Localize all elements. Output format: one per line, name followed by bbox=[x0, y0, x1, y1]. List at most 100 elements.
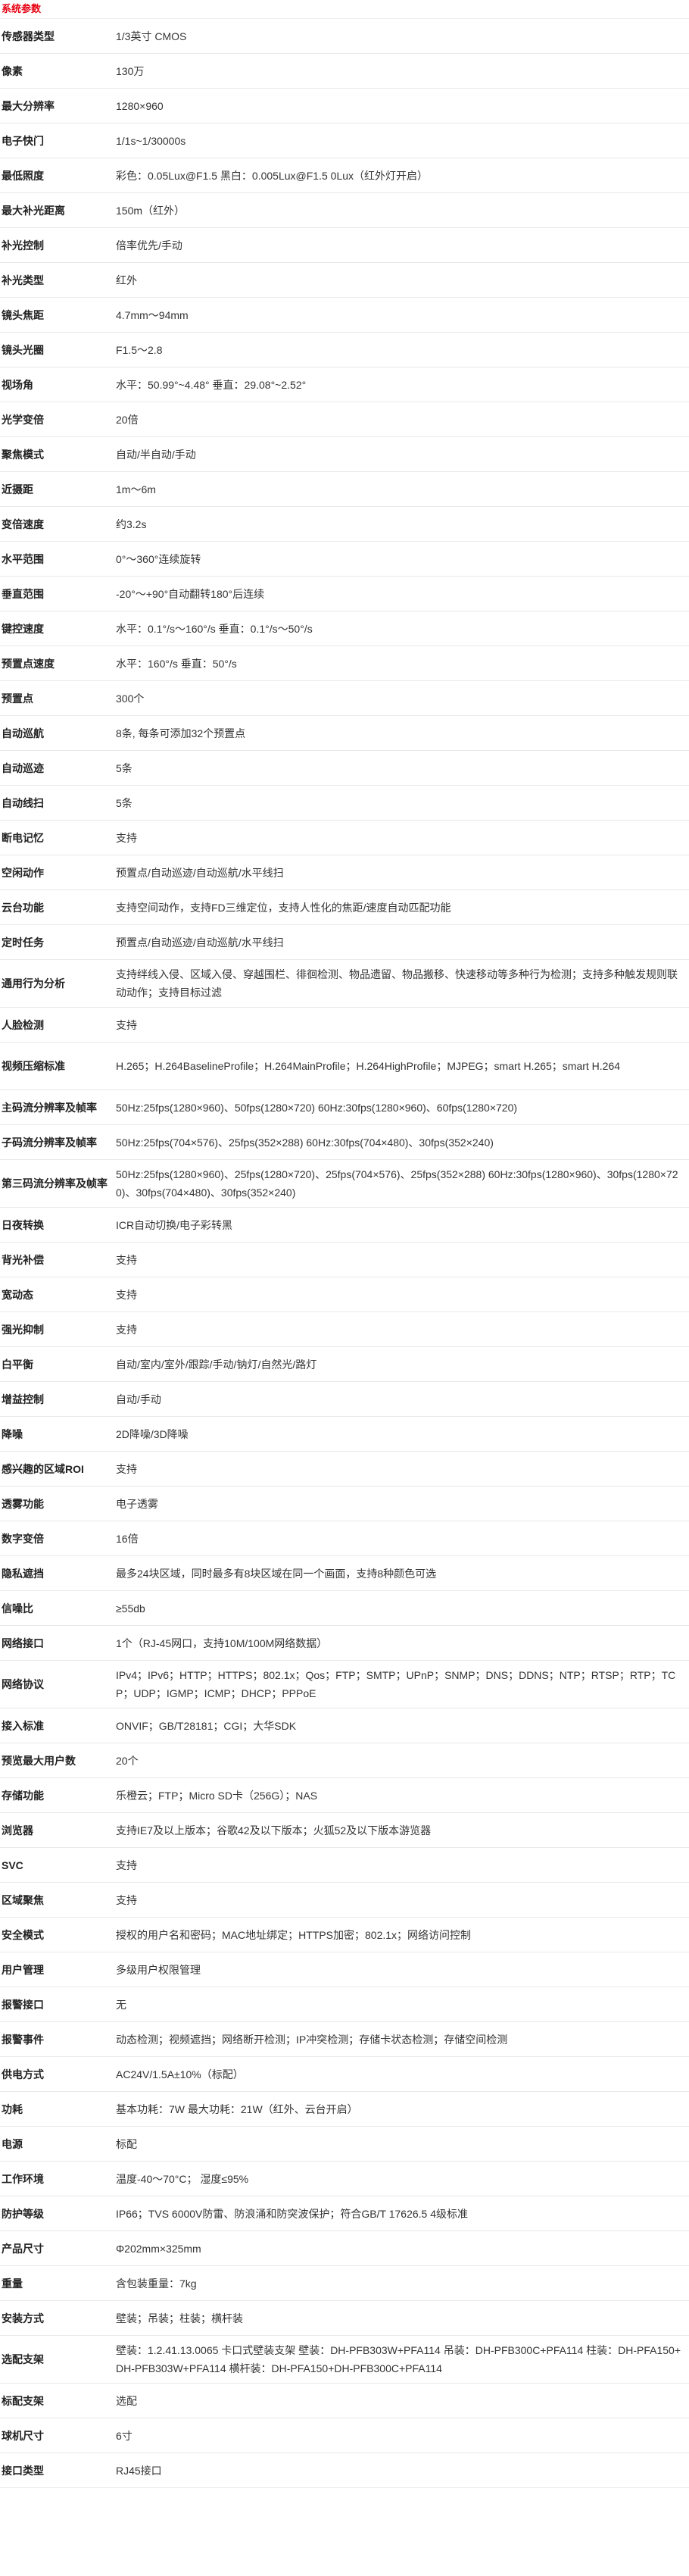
spec-label: 降噪 bbox=[0, 1416, 116, 1452]
spec-label: 重量 bbox=[0, 2265, 116, 2301]
spec-label: 信噪比 bbox=[0, 1590, 116, 1626]
spec-value: 300个 bbox=[116, 680, 689, 716]
spec-row: 垂直范围 -20°～+90°自动翻转180°后连续 bbox=[0, 576, 689, 611]
spec-label: 断电记忆 bbox=[0, 820, 116, 855]
spec-row: 接口类型 RJ45接口 bbox=[0, 2453, 689, 2488]
spec-value: 乐橙云；FTP；Micro SD卡（256G）；NAS bbox=[116, 1777, 689, 1813]
spec-label: 变倍速度 bbox=[0, 506, 116, 542]
spec-table: 传感器类型 1/3英寸 CMOS 像素 130万 最大分辨率 1280×960 电子快门 1/… bbox=[0, 19, 689, 2488]
spec-label: 安全模式 bbox=[0, 1917, 116, 1952]
spec-row: 重量 含包装重量：7kg bbox=[0, 2265, 689, 2301]
spec-row: 视场角 水平：50.99°~4.48° 垂直：29.08°~2.52° bbox=[0, 367, 689, 402]
spec-label: SVC bbox=[0, 1847, 116, 1883]
spec-value: 8条, 每条可添加32个预置点 bbox=[116, 715, 689, 751]
spec-row: 电源 标配 bbox=[0, 2126, 689, 2162]
spec-row: 信噪比 ≥55db bbox=[0, 1590, 689, 1626]
spec-value: 壁装：1.2.41.13.0065 卡口式壁装支架 壁装：DH-PFB303W+… bbox=[116, 2335, 689, 2384]
spec-row: 存储功能 乐橙云；FTP；Micro SD卡（256G）；NAS bbox=[0, 1777, 689, 1813]
spec-value: 含包装重量：7kg bbox=[116, 2265, 689, 2301]
spec-label: 电源 bbox=[0, 2126, 116, 2162]
spec-page: 系统参数 传感器类型 1/3英寸 CMOS 像素 130万 最大分辨率 1280×960 电… bbox=[0, 0, 689, 2488]
spec-row: 镜头焦距 4.7mm～94mm bbox=[0, 297, 689, 333]
spec-value: ≥55db bbox=[116, 1590, 689, 1626]
spec-row: 变倍速度 约3.2s bbox=[0, 506, 689, 542]
spec-row: 安全模式 授权的用户名和密码；MAC地址绑定；HTTPS加密；802.1x；网络访… bbox=[0, 1917, 689, 1952]
spec-label: 供电方式 bbox=[0, 2056, 116, 2092]
spec-label: 选配支架 bbox=[0, 2335, 116, 2384]
spec-label: 像素 bbox=[0, 53, 116, 89]
spec-label: 防护等级 bbox=[0, 2196, 116, 2231]
spec-value: 基本功耗：7W 最大功耗：21W（红外、云台开启） bbox=[116, 2091, 689, 2127]
spec-value: ONVIF；GB/T28181；CGI；大华SDK bbox=[116, 1708, 689, 1743]
spec-label: 背光补偿 bbox=[0, 1242, 116, 1277]
spec-value: 1/3英寸 CMOS bbox=[116, 19, 689, 54]
spec-row: SVC 支持 bbox=[0, 1847, 689, 1883]
spec-row: 预置点速度 水平：160°/s 垂直：50°/s bbox=[0, 646, 689, 681]
spec-value: 0°～360°连续旋转 bbox=[116, 541, 689, 577]
spec-value: 无 bbox=[116, 1987, 689, 2022]
spec-value: 水平：0.1°/s～160°/s 垂直：0.1°/s～50°/s bbox=[116, 611, 689, 646]
spec-value: 红外 bbox=[116, 262, 689, 298]
spec-label: 最低照度 bbox=[0, 158, 116, 193]
spec-label: 浏览器 bbox=[0, 1812, 116, 1848]
spec-row: 背光补偿 支持 bbox=[0, 1242, 689, 1277]
spec-row: 防护等级 IP66；TVS 6000V防雷、防浪涌和防突波保护；符合GB/T 17… bbox=[0, 2196, 689, 2231]
spec-value: AC24V/1.5A±10%（标配） bbox=[116, 2056, 689, 2092]
spec-row: 子码流分辨率及帧率 50Hz:25fps(704×576)、25fps(352×2… bbox=[0, 1124, 689, 1160]
spec-row: 强光抑制 支持 bbox=[0, 1311, 689, 1347]
spec-value: 水平：160°/s 垂直：50°/s bbox=[116, 646, 689, 681]
spec-label: 数字变倍 bbox=[0, 1521, 116, 1556]
spec-value: 支持 bbox=[116, 1451, 689, 1487]
spec-label: 最大分辨率 bbox=[0, 88, 116, 123]
spec-label: 隐私遮挡 bbox=[0, 1555, 116, 1591]
spec-label: 电子快门 bbox=[0, 123, 116, 158]
spec-label: 补光类型 bbox=[0, 262, 116, 298]
spec-row: 自动巡航 8条, 每条可添加32个预置点 bbox=[0, 715, 689, 751]
spec-row: 数字变倍 16倍 bbox=[0, 1521, 689, 1556]
spec-value: 最多24块区域，同时最多有8块区域在同一个画面，支持8种颜色可选 bbox=[116, 1555, 689, 1591]
spec-row: 宽动态 支持 bbox=[0, 1277, 689, 1312]
spec-row: 第三码流分辨率及帧率 50Hz:25fps(1280×960)、25fps(128… bbox=[0, 1159, 689, 1208]
spec-value: 授权的用户名和密码；MAC地址绑定；HTTPS加密；802.1x；网络访问控制 bbox=[116, 1917, 689, 1952]
spec-value: 预置点/自动巡迹/自动巡航/水平线扫 bbox=[116, 855, 689, 890]
spec-label: 区域聚焦 bbox=[0, 1882, 116, 1918]
spec-value: 支持IE7及以上版本；谷歌42及以下版本；火狐52及以下版本游览器 bbox=[116, 1812, 689, 1848]
spec-label: 垂直范围 bbox=[0, 576, 116, 611]
spec-row: 光学变倍 20倍 bbox=[0, 402, 689, 437]
spec-row: 透雾功能 电子透雾 bbox=[0, 1486, 689, 1521]
spec-value: ICR自动切换/电子彩转黑 bbox=[116, 1207, 689, 1243]
spec-label: 球机尺寸 bbox=[0, 2418, 116, 2453]
spec-label: 自动线扫 bbox=[0, 785, 116, 821]
spec-row: 自动线扫 5条 bbox=[0, 785, 689, 821]
spec-label: 工作环境 bbox=[0, 2161, 116, 2196]
spec-label: 产品尺寸 bbox=[0, 2231, 116, 2266]
spec-value: 4.7mm～94mm bbox=[116, 297, 689, 333]
spec-value: 电子透雾 bbox=[116, 1486, 689, 1521]
spec-label: 水平范围 bbox=[0, 541, 116, 577]
spec-value: 自动/半自动/手动 bbox=[116, 436, 689, 472]
spec-value: 支持 bbox=[116, 820, 689, 855]
spec-value: 约3.2s bbox=[116, 506, 689, 542]
spec-row: 感兴趣的区域ROI 支持 bbox=[0, 1451, 689, 1487]
spec-row: 预置点 300个 bbox=[0, 680, 689, 716]
spec-label: 子码流分辨率及帧率 bbox=[0, 1124, 116, 1160]
spec-row: 最大补光距离 150m（红外） bbox=[0, 192, 689, 228]
spec-row: 浏览器 支持IE7及以上版本；谷歌42及以下版本；火狐52及以下版本游览器 bbox=[0, 1812, 689, 1848]
spec-value: 1280×960 bbox=[116, 88, 689, 123]
spec-label: 聚焦模式 bbox=[0, 436, 116, 472]
spec-value: F1.5～2.8 bbox=[116, 332, 689, 367]
spec-value: 支持 bbox=[116, 1007, 689, 1043]
spec-row: 自动巡迹 5条 bbox=[0, 750, 689, 786]
spec-label: 键控速度 bbox=[0, 611, 116, 646]
spec-label: 日夜转换 bbox=[0, 1207, 116, 1243]
spec-row: 日夜转换 ICR自动切换/电子彩转黑 bbox=[0, 1207, 689, 1243]
spec-row: 增益控制 自动/手动 bbox=[0, 1381, 689, 1417]
spec-row: 工作环境 温度-40～70°C； 湿度≤95% bbox=[0, 2161, 689, 2196]
spec-value: 20个 bbox=[116, 1743, 689, 1778]
spec-row: 降噪 2D降噪/3D降噪 bbox=[0, 1416, 689, 1452]
spec-row: 断电记忆 支持 bbox=[0, 820, 689, 855]
spec-row: 区域聚焦 支持 bbox=[0, 1882, 689, 1918]
spec-value: IPv4；IPv6；HTTP；HTTPS；802.1x；Qos；FTP；SMTP… bbox=[116, 1660, 689, 1708]
spec-label: 镜头焦距 bbox=[0, 297, 116, 333]
spec-row: 最低照度 彩色：0.05Lux@F1.5 黑白：0.005Lux@F1.5 0Lu… bbox=[0, 158, 689, 193]
